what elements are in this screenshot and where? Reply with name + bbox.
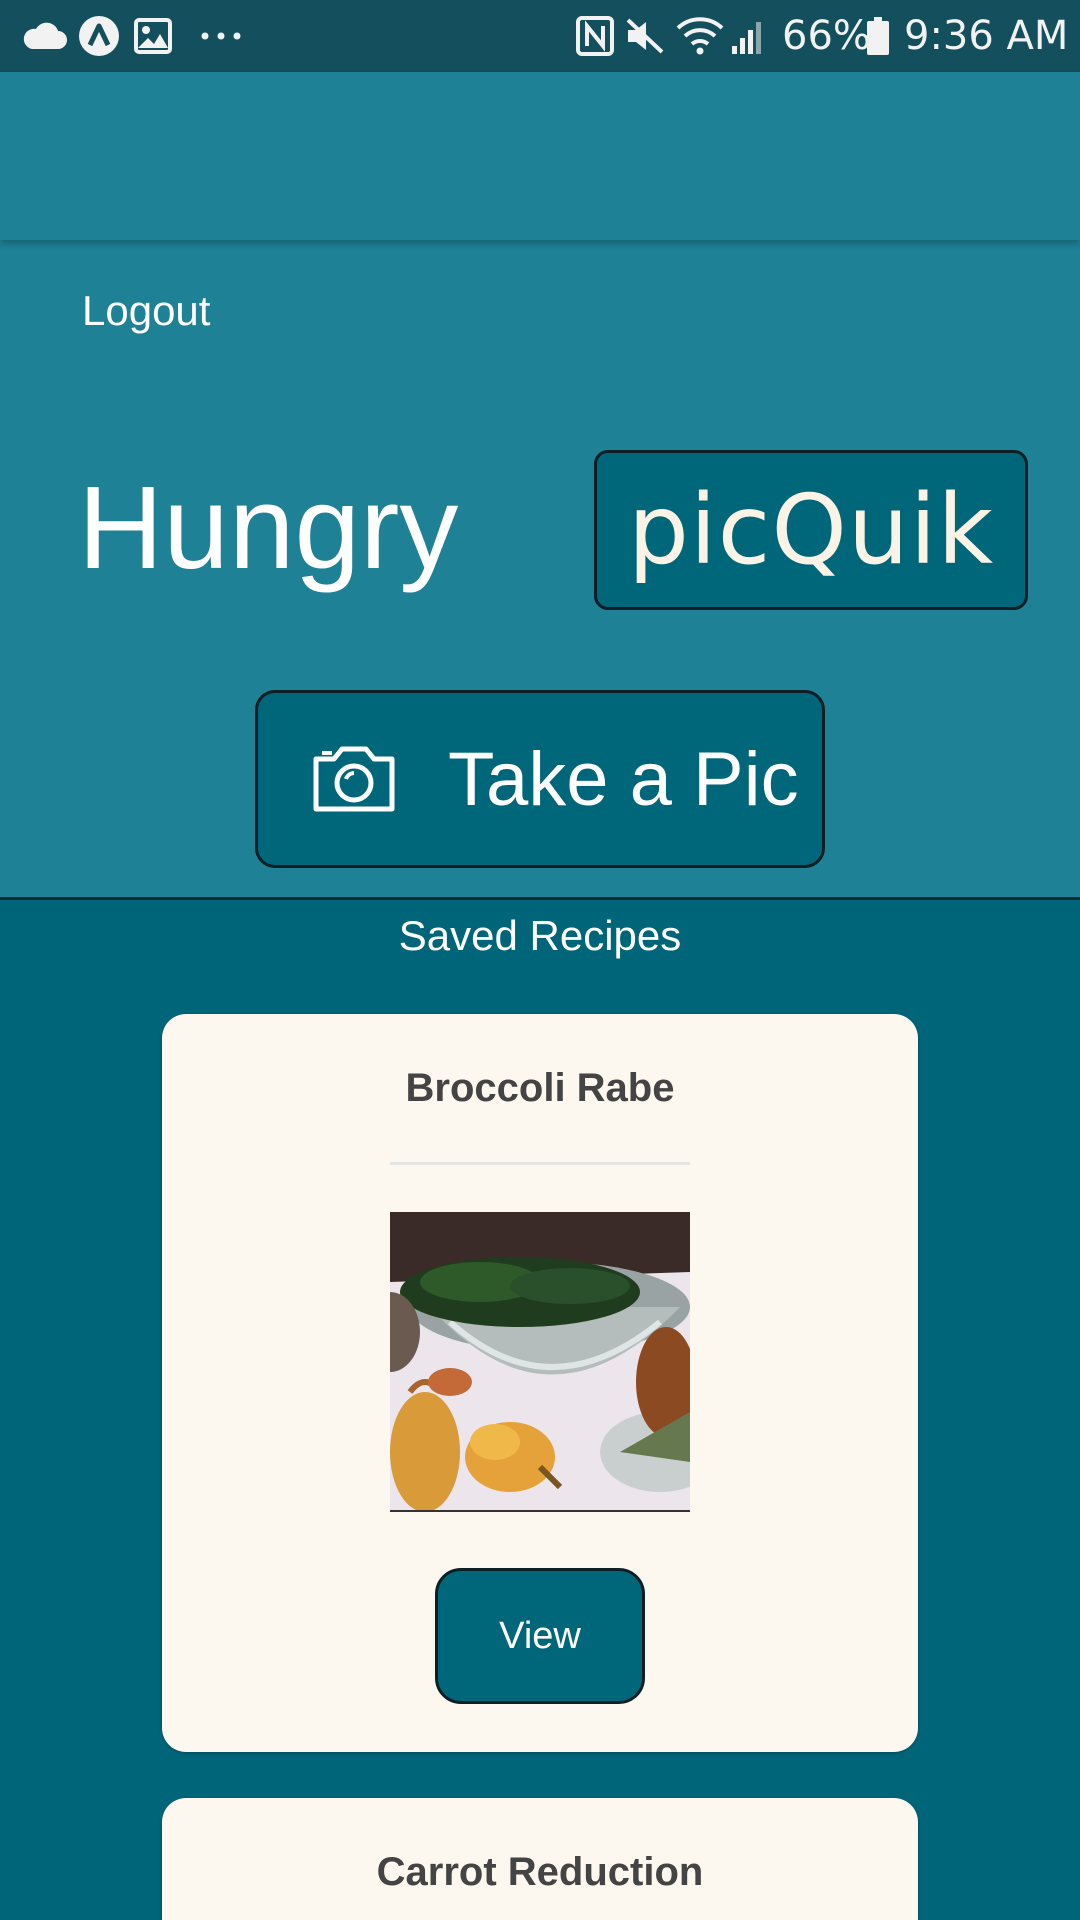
wifi-icon [676, 0, 726, 72]
status-bar: 66% 9:36 AM [0, 0, 1080, 72]
cloud-icon [22, 0, 68, 72]
logout-button[interactable]: Logout [44, 260, 244, 362]
take-pic-button[interactable]: Take a Pic [255, 690, 825, 868]
arrow-circle-icon [78, 0, 120, 72]
camera-icon [312, 743, 396, 813]
recipe-card: Broccoli Rabe View [162, 1014, 918, 1752]
image-icon [134, 0, 172, 72]
nfc-icon [576, 0, 614, 72]
app-bar [0, 72, 1080, 240]
logo: picQuik [594, 450, 1028, 610]
screen: 66% 9:36 AM Logout Hungry picQuik Take a… [0, 0, 1080, 1920]
recipe-name: Broccoli Rabe [405, 1066, 675, 1110]
logo-text: picQuik [627, 474, 995, 586]
mute-icon [624, 0, 666, 72]
saved-recipes-heading: Saved Recipes [398, 912, 682, 959]
clock: 9:36 AM [904, 13, 1069, 59]
recipe-card: Carrot Reduction [162, 1798, 918, 1920]
signal-icon [730, 0, 770, 72]
divider [390, 1162, 690, 1165]
take-pic-label: Take a Pic [448, 736, 799, 822]
page-title: Hungry [78, 462, 459, 594]
more-dots-icon [200, 0, 242, 72]
view-button[interactable]: View [435, 1568, 645, 1704]
battery-percent: 66% [782, 13, 871, 59]
battery-icon [866, 0, 890, 72]
hero-section: Logout Hungry picQuik Take a Pic [0, 240, 1080, 900]
recipe-name: Carrot Reduction [376, 1850, 704, 1894]
recipe-image [390, 1212, 690, 1512]
